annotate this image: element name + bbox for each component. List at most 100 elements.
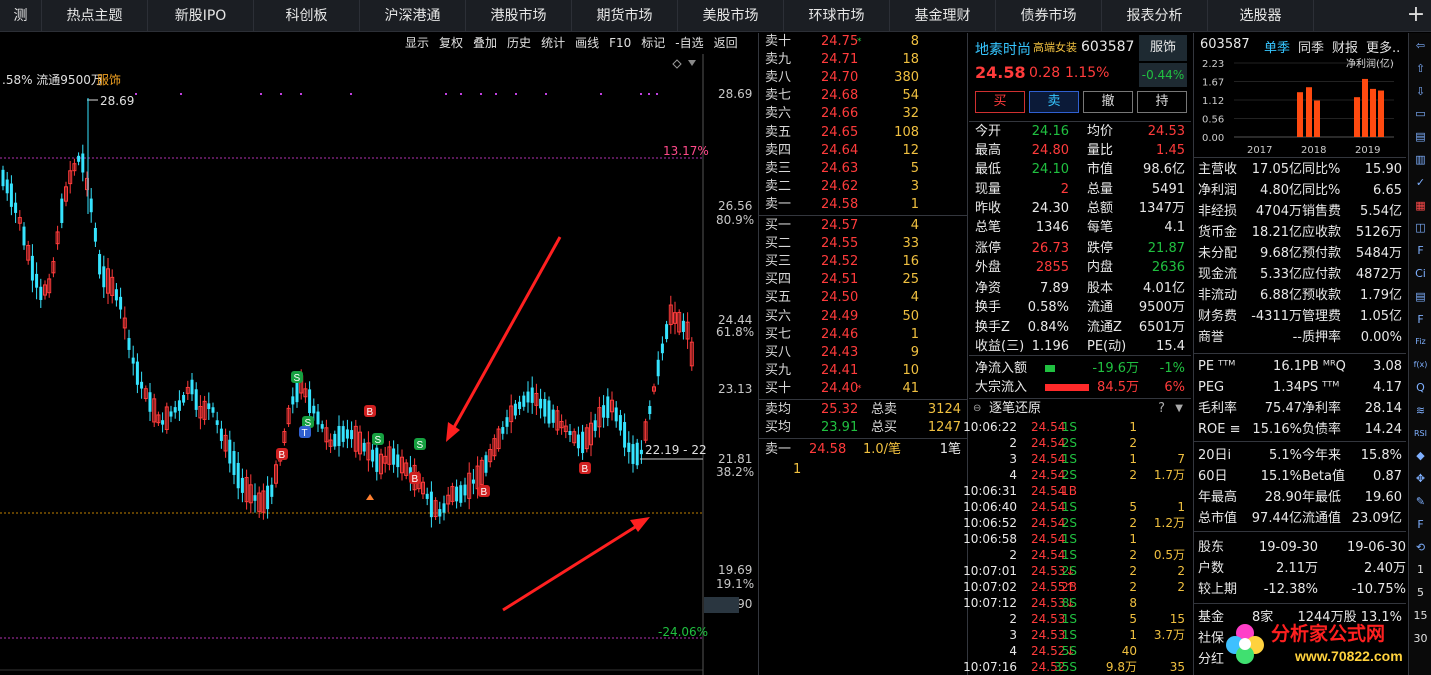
- tick-extra: 1.2万: [1153, 516, 1185, 530]
- kline-chart-panel[interactable]: 显示 复权 叠加 历史 统计 画线 F10 标记 -自选 返回 13.17% -24.06% .58%…: [0, 33, 757, 675]
- fund-label: 应收款: [1302, 225, 1342, 240]
- chart-toolbar-item-8[interactable]: -自选: [670, 33, 708, 54]
- bid-row[interactable]: 买三 24.52 16: [759, 253, 967, 271]
- buy-button[interactable]: 买: [975, 91, 1025, 113]
- diamond-icon[interactable]: ◆: [1412, 447, 1429, 464]
- fund-tab-3[interactable]: 更多..: [1366, 37, 1400, 56]
- chart-toolbar-item-0[interactable]: 显示: [400, 33, 434, 54]
- bid-row[interactable]: 买九 24.41 10: [759, 362, 967, 380]
- q-icon[interactable]: Q: [1412, 379, 1429, 396]
- period-1-icon[interactable]: 1: [1412, 561, 1429, 578]
- window-icon[interactable]: ▭: [1412, 105, 1429, 122]
- nav-item-0[interactable]: 测: [0, 0, 42, 32]
- ask-row[interactable]: 卖一 24.58 1: [759, 196, 967, 214]
- collapse-icon[interactable]: ⊖: [973, 399, 981, 418]
- nav-item-9[interactable]: 基金理财: [890, 0, 996, 32]
- f-icon[interactable]: F: [1412, 311, 1429, 328]
- summary-avg-label: 卖均: [765, 402, 792, 417]
- ask-row[interactable]: 卖六 24.66 32: [759, 105, 967, 123]
- fs-icon[interactable]: F: [1412, 516, 1429, 533]
- bid-volume: 4: [910, 290, 919, 306]
- f10-icon[interactable]: F: [1412, 242, 1429, 259]
- bid-label: 买七: [765, 326, 792, 342]
- bid-row[interactable]: 买二 24.55 33: [759, 235, 967, 253]
- grid-icon[interactable]: ◫: [1412, 219, 1429, 236]
- dropdown-icon[interactable]: ▼: [1175, 399, 1183, 418]
- tick-price: 24.54: [1031, 468, 1066, 482]
- fund-row: 未分配 9.68亿 预付款 5484万: [1194, 243, 1406, 264]
- ask-row[interactable]: 卖三 24.63 5: [759, 160, 967, 178]
- nav-item-5[interactable]: 港股市场: [466, 0, 572, 32]
- chart-toolbar-item-3[interactable]: 历史: [502, 33, 536, 54]
- sheet-icon[interactable]: ▤: [1412, 288, 1429, 305]
- arrow-left-icon[interactable]: ⇦: [1412, 37, 1429, 54]
- pen-icon[interactable]: ✎: [1412, 493, 1429, 510]
- ticks-header[interactable]: ⊖ 逐笔还原? ▼: [969, 399, 1189, 418]
- nav-item-12[interactable]: 选股器: [1208, 0, 1314, 32]
- nav-item-11[interactable]: 报表分析: [1102, 0, 1208, 32]
- ask-row[interactable]: 卖二 24.62 3: [759, 178, 967, 196]
- fund-tab-0[interactable]: 单季: [1264, 37, 1290, 56]
- ask-row[interactable]: 卖四 24.64 12: [759, 142, 967, 160]
- bid-row[interactable]: 买七 24.46 1: [759, 326, 967, 344]
- fund-value: 4.80亿: [1260, 183, 1302, 198]
- fx-icon[interactable]: f(x): [1412, 356, 1429, 373]
- ask-row[interactable]: 卖八 24.70 380: [759, 69, 967, 87]
- tick-row: 10:07:02 24.55↑ 2B 2 2: [963, 579, 1189, 595]
- quote-label: 收益(三): [975, 338, 1025, 354]
- nav-item-2[interactable]: 新股IPO: [148, 0, 254, 32]
- tick-side: 1S: [1061, 452, 1077, 466]
- ask-row[interactable]: 卖五 24.65 108: [759, 124, 967, 142]
- refresh-icon[interactable]: ⟲: [1412, 539, 1429, 556]
- cancel-button[interactable]: 撤: [1083, 91, 1133, 113]
- bid-row[interactable]: 买十 24.40 * 41: [759, 380, 967, 398]
- kline-chart[interactable]: 13.17% -24.06% .58% 流通9500万服饰 28.69 28.69 26.…: [0, 54, 757, 675]
- bid-row[interactable]: 买五 24.50 4: [759, 289, 967, 307]
- chart-toolbar-item-2[interactable]: 叠加: [468, 33, 502, 54]
- bid-row[interactable]: 买八 24.43 9: [759, 344, 967, 362]
- sell-button[interactable]: 卖: [1029, 91, 1079, 113]
- nav-item-7[interactable]: 美股市场: [678, 0, 784, 32]
- tick-time: 2: [1009, 436, 1017, 450]
- nav-item-4[interactable]: 沪深港通: [360, 0, 466, 32]
- ask-row[interactable]: 卖九 24.71 18: [759, 51, 967, 69]
- chart-toolbar-item-9[interactable]: 返回: [709, 33, 743, 54]
- arrow-down-icon[interactable]: ⇩: [1412, 83, 1429, 100]
- chart-line-icon[interactable]: ✓: [1412, 174, 1429, 191]
- candles-icon[interactable]: ▦: [1412, 197, 1429, 214]
- fiz-icon[interactable]: Fiz: [1412, 333, 1429, 350]
- wave-icon[interactable]: ≋: [1412, 402, 1429, 419]
- move-icon[interactable]: ✥: [1412, 470, 1429, 487]
- nav-item-1[interactable]: 热点主题: [42, 0, 148, 32]
- ask-row[interactable]: 卖七 24.68 54: [759, 87, 967, 105]
- fund-tab-1[interactable]: 同季: [1298, 37, 1324, 56]
- table-icon[interactable]: ▤: [1412, 128, 1429, 145]
- hold-button[interactable]: 持: [1137, 91, 1187, 113]
- nav-item-3[interactable]: 科创板: [254, 0, 360, 32]
- chart-toolbar-item-7[interactable]: 标记: [636, 33, 670, 54]
- nav-item-6[interactable]: 期货市场: [572, 0, 678, 32]
- stock-tag: 服饰: [1139, 35, 1187, 61]
- level-detail-sub: 1: [759, 461, 967, 479]
- fund-tab-2[interactable]: 财报: [1332, 37, 1358, 56]
- bid-row[interactable]: 买六 24.49 50: [759, 308, 967, 326]
- help-icon[interactable]: ?: [1158, 399, 1165, 418]
- ask-row[interactable]: 卖十 24.75 * 8: [759, 33, 967, 51]
- chart-toolbar-item-4[interactable]: 统计: [536, 33, 570, 54]
- add-tab-button[interactable]: +: [1401, 0, 1431, 32]
- bid-row[interactable]: 买四 24.51 25: [759, 271, 967, 289]
- rsi-icon[interactable]: RSI: [1412, 425, 1429, 442]
- bid-row[interactable]: 买一 24.57 4: [759, 217, 967, 235]
- ci-icon[interactable]: Ci: [1412, 265, 1429, 282]
- ask-volume: 54: [902, 88, 919, 104]
- nav-item-8[interactable]: 环球市场: [784, 0, 890, 32]
- ask-volume: 108: [894, 124, 919, 140]
- list-icon[interactable]: ▥: [1412, 151, 1429, 168]
- chart-toolbar-item-6[interactable]: F10: [604, 33, 636, 54]
- nav-item-10[interactable]: 债券市场: [996, 0, 1102, 32]
- arrow-up-icon[interactable]: ⇧: [1412, 60, 1429, 77]
- chart-toolbar-item-1[interactable]: 复权: [434, 33, 468, 54]
- chart-toolbar-item-5[interactable]: 画线: [570, 33, 604, 54]
- quote-label: 今开: [975, 124, 1002, 139]
- period-5-icon[interactable]: 5: [1412, 584, 1429, 601]
